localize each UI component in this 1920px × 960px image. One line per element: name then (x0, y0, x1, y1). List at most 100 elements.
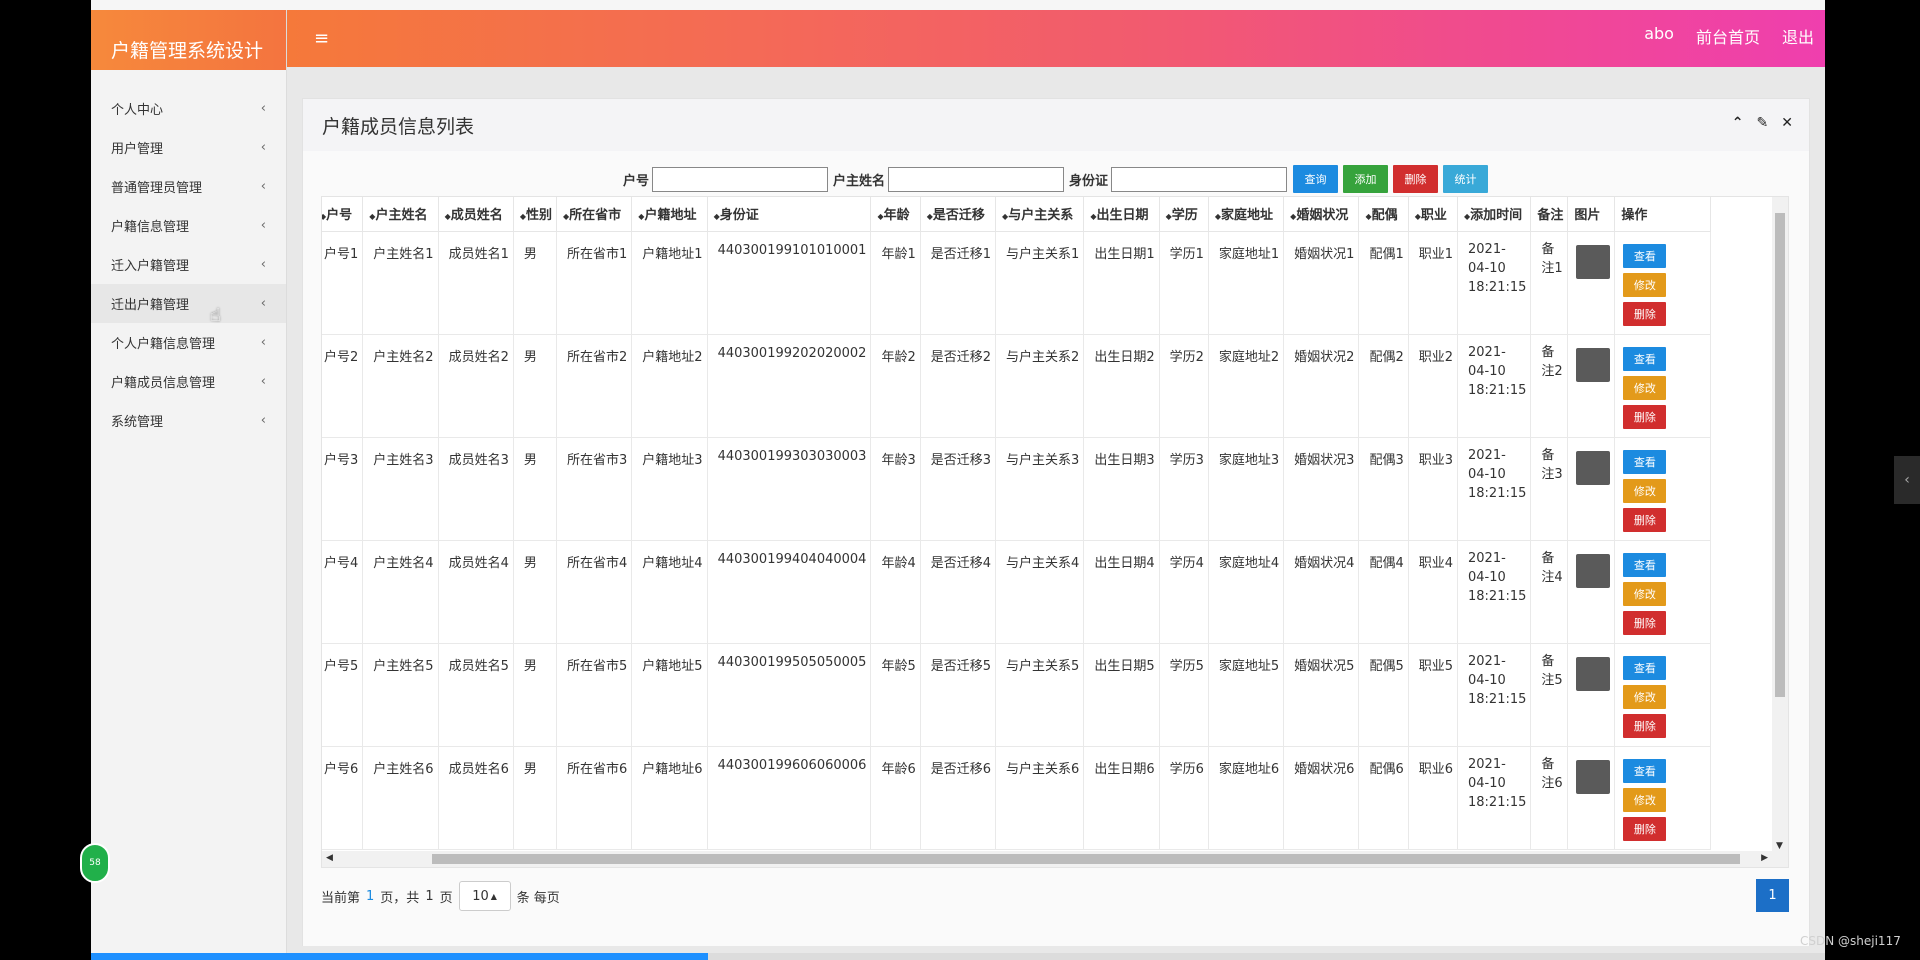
cell-birth: 出生日期5 (1083, 643, 1160, 747)
scroll-down-icon[interactable]: ▼ (1776, 841, 1783, 851)
column-header[interactable]: ◆年龄 (870, 197, 921, 232)
row-delete-button[interactable]: 删除 (1623, 816, 1667, 841)
table-row: 户号1 户主姓名1 成员姓名1 男所在省市1 户籍地址1 4403001991010100… (322, 231, 1712, 335)
column-header[interactable]: ◆成员姓名 (438, 197, 514, 232)
column-header[interactable]: ◆出生日期 (1083, 197, 1160, 232)
horizontal-scrollbar[interactable]: ◀ ▶ (322, 851, 1788, 867)
cell-province: 所在省市6 (556, 746, 633, 850)
cell-age: 年龄1 (870, 231, 921, 335)
delete-button[interactable]: 删除 (1393, 165, 1439, 193)
column-header[interactable]: ◆户号 (322, 197, 364, 232)
vertical-scroll-thumb[interactable] (1775, 213, 1785, 697)
column-header[interactable]: ◆与户主关系 (995, 197, 1085, 232)
edit-button[interactable]: 修改 (1623, 684, 1667, 709)
close-icon[interactable]: ✕ (1781, 115, 1793, 131)
sidebar-item[interactable]: 迁入户籍管理 ‹ (91, 245, 286, 284)
query-button[interactable]: 查询 (1293, 165, 1339, 193)
column-header[interactable]: ◆家庭地址 (1208, 197, 1285, 232)
cell-hukou: 户号5 (322, 643, 364, 747)
home-link[interactable]: 前台首页 (1696, 24, 1760, 48)
page-size-select[interactable]: 10 ▲ (458, 881, 511, 911)
column-header[interactable]: ◆户主姓名 (362, 197, 439, 232)
stats-button[interactable]: 统计 (1443, 165, 1489, 193)
member-photo[interactable] (1576, 347, 1611, 382)
column-header[interactable]: ◆学历 (1159, 197, 1209, 232)
sidebar-item[interactable]: 户籍信息管理 ‹ (91, 206, 286, 245)
cell-job: 职业5 (1408, 643, 1459, 747)
member-photo[interactable] (1576, 553, 1611, 588)
edit-button[interactable]: 修改 (1623, 581, 1667, 606)
column-header[interactable]: ◆所在省市 (556, 197, 633, 232)
floating-badge[interactable]: 58 (80, 843, 110, 883)
vertical-scrollbar[interactable]: ▼ (1772, 197, 1788, 853)
sidebar-item[interactable]: 户籍成员信息管理 ‹ (91, 362, 286, 401)
sidebar-item[interactable]: 普通管理员管理 ‹ (91, 167, 286, 206)
hamburger-icon[interactable]: ≡ (314, 28, 329, 49)
wrench-icon[interactable]: ✎ (1757, 115, 1769, 131)
edit-button[interactable]: 修改 (1623, 478, 1667, 503)
view-button[interactable]: 查看 (1623, 758, 1667, 783)
view-button[interactable]: 查看 (1623, 552, 1667, 577)
column-header[interactable]: ◆性别 (513, 197, 558, 232)
user-link[interactable]: abo (1644, 24, 1674, 48)
cell-owner: 户主姓名3 (362, 437, 439, 541)
view-button[interactable]: 查看 (1623, 243, 1667, 268)
member-photo[interactable] (1576, 656, 1611, 691)
column-header[interactable]: ◆职业 (1408, 197, 1459, 232)
add-button[interactable]: 添加 (1343, 165, 1389, 193)
column-header[interactable]: ◆婚姻状况 (1283, 197, 1360, 232)
logout-link[interactable]: 退出 (1782, 24, 1814, 48)
row-delete-button[interactable]: 删除 (1623, 301, 1667, 326)
view-button[interactable]: 查看 (1623, 346, 1667, 371)
collapse-icon[interactable]: ⌃ (1732, 115, 1744, 131)
column-header[interactable]: ◆户籍地址 (631, 197, 708, 232)
cell-relation: 与户主关系6 (995, 746, 1085, 850)
side-drawer-toggle-icon[interactable]: ‹ (1894, 456, 1920, 504)
member-photo[interactable] (1576, 759, 1611, 794)
cell-job: 职业4 (1408, 540, 1459, 644)
sidebar-item[interactable]: 用户管理 ‹ (91, 128, 286, 167)
column-header[interactable]: ◆是否迁移 (920, 197, 997, 232)
horizontal-scroll-thumb[interactable] (432, 854, 1740, 864)
sidebar-item-label: 用户管理 (111, 142, 164, 157)
edit-button[interactable]: 修改 (1623, 375, 1667, 400)
row-delete-button[interactable]: 删除 (1623, 610, 1667, 635)
row-delete-button[interactable]: 删除 (1623, 507, 1667, 532)
member-photo[interactable] (1576, 244, 1611, 279)
column-header-label: 操作 (1621, 208, 1648, 224)
sidebar-item[interactable]: 迁出户籍管理 ‹ (91, 284, 286, 323)
cell-image (1567, 334, 1616, 438)
cell-owner: 户主姓名1 (362, 231, 439, 335)
page-button[interactable]: 1 (1756, 879, 1789, 912)
cell-home: 家庭地址3 (1208, 437, 1285, 541)
sidebar-item[interactable]: 个人户籍信息管理 ‹ (91, 323, 286, 362)
column-header[interactable]: ◆配偶 (1358, 197, 1409, 232)
row-delete-button[interactable]: 删除 (1623, 713, 1667, 738)
member-photo[interactable] (1576, 450, 1611, 485)
sidebar-item-label: 迁出户籍管理 (111, 298, 190, 313)
column-header[interactable]: 备注 (1530, 197, 1569, 232)
header-links: abo 前台首页 退出 (1644, 24, 1814, 48)
cell-spouse: 配偶5 (1358, 643, 1409, 747)
scroll-right-icon[interactable]: ▶ (1761, 853, 1768, 863)
hukou-input[interactable] (652, 166, 829, 192)
edit-button[interactable]: 修改 (1623, 272, 1667, 297)
owner-input[interactable] (888, 166, 1065, 192)
scroll-left-icon[interactable]: ◀ (326, 853, 333, 863)
sidebar-item[interactable]: 个人中心 ‹ (91, 89, 286, 128)
column-header[interactable]: 图片 (1567, 197, 1616, 232)
cell-migrate: 是否迁移4 (920, 540, 997, 644)
view-button[interactable]: 查看 (1623, 655, 1667, 680)
sidebar-item[interactable]: 系统管理 ‹ (91, 401, 286, 440)
row-delete-button[interactable]: 删除 (1623, 404, 1667, 429)
id-input[interactable] (1111, 166, 1288, 192)
cell-age: 年龄3 (870, 437, 921, 541)
edit-button[interactable]: 修改 (1623, 787, 1667, 812)
column-header[interactable]: ◆添加时间 (1457, 197, 1532, 232)
cell-spouse: 配偶6 (1358, 746, 1409, 850)
table-row: 户号6 户主姓名6 成员姓名6 男所在省市6 户籍地址6 4403001996060600… (322, 746, 1712, 850)
column-header[interactable]: 操作 (1614, 197, 1712, 232)
cell-edu: 学历2 (1159, 334, 1209, 438)
view-button[interactable]: 查看 (1623, 449, 1667, 474)
column-header[interactable]: ◆身份证 (707, 197, 872, 232)
